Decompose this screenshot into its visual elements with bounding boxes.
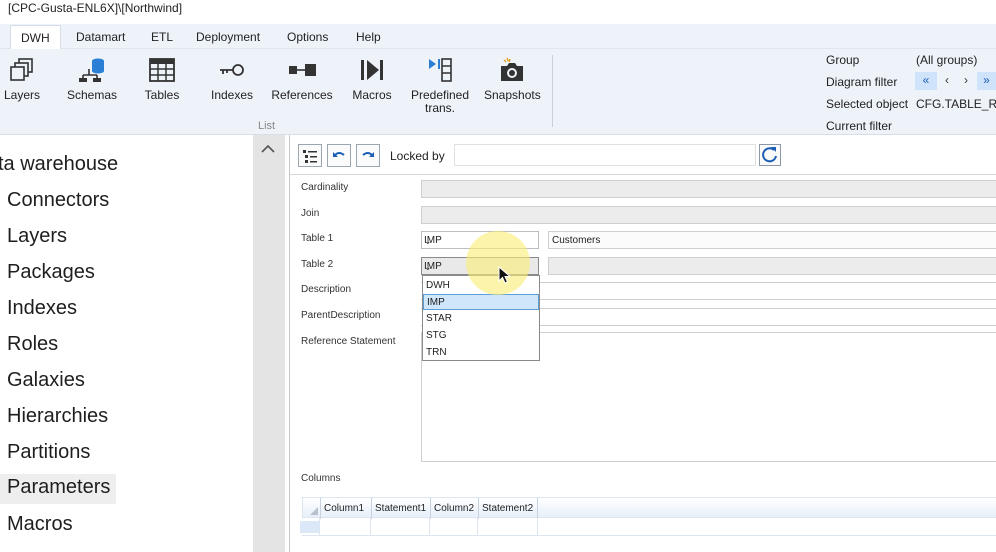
- table2-name-field[interactable]: [548, 257, 996, 275]
- table-icon: [149, 58, 175, 82]
- menu-help[interactable]: Help: [356, 30, 381, 44]
- mouse-pointer-icon: [498, 266, 512, 284]
- cardinality-label: Cardinality: [301, 182, 349, 193]
- predefined-transformation-icon: [429, 58, 452, 82]
- selected-object-value: CFG.TABLE_REF: [916, 97, 996, 111]
- menu-options[interactable]: Options: [287, 30, 328, 44]
- tree-item-parameters[interactable]: Parameters: [0, 474, 117, 504]
- tree-item-hierarchies[interactable]: Hierarchies: [7, 405, 108, 428]
- list-view-button[interactable]: [298, 144, 322, 167]
- tree-item-macros[interactable]: Macros: [7, 513, 73, 536]
- nav-first-button[interactable]: «: [915, 72, 937, 90]
- tree-item-galaxies[interactable]: Galaxies: [7, 369, 85, 392]
- dropdown-option-imp[interactable]: IMP: [423, 294, 539, 310]
- chevron-up-icon[interactable]: [260, 143, 276, 155]
- description-label: Description: [301, 284, 352, 295]
- current-filter-label: Current filter: [826, 119, 893, 133]
- layers-button[interactable]: Layers: [4, 57, 40, 102]
- references-button[interactable]: References: [271, 57, 333, 102]
- redo-button[interactable]: [356, 144, 380, 167]
- object-tree: ta warehouse Connectors Layers Packages …: [0, 135, 253, 552]
- columns-grid-header: Column1 Statement1 Column2 Statement2: [302, 497, 996, 519]
- indexes-label: Indexes: [210, 88, 254, 102]
- dropdown-option-stg[interactable]: STG: [423, 328, 539, 344]
- camera-icon: [501, 57, 523, 81]
- list-icon: [303, 150, 317, 163]
- select-all-triangle-icon[interactable]: [310, 507, 318, 515]
- menu-deployment[interactable]: Deployment: [196, 30, 260, 44]
- nav-prev-button[interactable]: ‹: [939, 72, 955, 90]
- layers-icon: [10, 58, 33, 81]
- menu-bar: DWH Datamart ETL Deployment Options Help: [0, 24, 996, 50]
- ribbon-separator: [552, 55, 553, 127]
- menu-datamart[interactable]: Datamart: [76, 30, 125, 44]
- tree-collapse-bar[interactable]: [253, 135, 285, 552]
- diagram-filter-label: Diagram filter: [826, 75, 898, 89]
- macros-button[interactable]: Macros: [349, 57, 395, 102]
- schemas-button[interactable]: Schemas: [66, 57, 118, 102]
- undo-button[interactable]: [327, 144, 351, 167]
- cardinality-field[interactable]: [421, 180, 996, 198]
- table1-label: Table 1: [301, 233, 334, 244]
- column-header-statement2[interactable]: Statement2: [478, 498, 538, 519]
- tree-item-packages[interactable]: Packages: [7, 261, 95, 284]
- references-label: References: [271, 88, 333, 102]
- reference-statement-label: Reference Statement: [301, 336, 396, 347]
- macros-label: Macros: [352, 88, 392, 102]
- redo-icon: [362, 152, 374, 157]
- window-titlebar: [CPC-Gusta-ENL6X]\[Northwind]: [0, 0, 996, 24]
- table2-label: Table 2: [301, 259, 334, 270]
- key-icon: [220, 64, 244, 76]
- predefined-trans-button[interactable]: Predefined trans.: [409, 57, 471, 115]
- schemas-icon: [79, 58, 104, 82]
- window-title: [CPC-Gusta-ENL6X]\[Northwind]: [8, 1, 183, 15]
- tree-item-data-warehouse[interactable]: ta warehouse: [0, 153, 118, 176]
- tree-item-roles[interactable]: Roles: [7, 333, 58, 356]
- refresh-icon: [762, 147, 777, 163]
- table1-name-value: Customers: [552, 235, 601, 246]
- reference-editor-panel: Locked by Cardinality Join Table 1 IMP ⌄…: [289, 135, 996, 552]
- column-header-column2[interactable]: Column2: [430, 498, 478, 519]
- indexes-button[interactable]: Indexes: [208, 57, 256, 102]
- tables-label: Tables: [144, 88, 180, 102]
- table1-name-field[interactable]: Customers: [548, 231, 996, 249]
- nav-last-button[interactable]: »: [977, 72, 996, 90]
- layers-label: Layers: [4, 88, 41, 102]
- column-header-column1[interactable]: Column1: [320, 498, 371, 519]
- tree-item-layers[interactable]: Layers: [7, 225, 67, 248]
- table-row[interactable]: [302, 518, 996, 536]
- snapshots-label: Snapshots: [484, 88, 541, 102]
- play-to-end-icon: [361, 60, 383, 80]
- reference-link-icon: [289, 64, 316, 76]
- snapshots-button[interactable]: Snapshots: [484, 57, 541, 102]
- group-select[interactable]: (All groups): [916, 53, 977, 67]
- join-field[interactable]: [421, 206, 996, 224]
- ribbon: Layers Schemas Tables Indexes References…: [0, 49, 996, 135]
- menu-dwh[interactable]: DWH: [10, 25, 61, 50]
- undo-icon: [333, 152, 345, 157]
- selected-object-label: Selected object: [826, 97, 909, 111]
- editor-toolbar: Locked by: [290, 135, 996, 175]
- column-header-statement1[interactable]: Statement1: [371, 498, 430, 519]
- group-label: Group: [826, 53, 860, 67]
- ribbon-group-list-label: List: [258, 120, 276, 132]
- columns-grid: Column1 Statement1 Column2 Statement2: [300, 497, 996, 552]
- tables-button[interactable]: Tables: [142, 57, 182, 102]
- join-label: Join: [301, 208, 320, 219]
- dropdown-option-star[interactable]: STAR: [423, 311, 539, 327]
- tree-item-indexes[interactable]: Indexes: [7, 297, 77, 320]
- dropdown-option-trn[interactable]: TRN: [423, 345, 539, 361]
- menu-etl[interactable]: ETL: [151, 30, 173, 44]
- row-header-marker: [300, 521, 319, 533]
- tree-item-partitions[interactable]: Partitions: [7, 441, 90, 464]
- tree-item-connectors[interactable]: Connectors: [7, 189, 109, 212]
- locked-by-field[interactable]: [454, 144, 756, 166]
- parent-description-label: ParentDescription: [301, 310, 381, 321]
- columns-label: Columns: [301, 473, 341, 484]
- predefined-trans-label: Predefined trans.: [410, 88, 470, 115]
- refresh-button[interactable]: [759, 144, 781, 166]
- schemas-label: Schemas: [66, 88, 118, 102]
- locked-by-label: Locked by: [390, 149, 445, 163]
- nav-next-button[interactable]: ›: [957, 72, 975, 90]
